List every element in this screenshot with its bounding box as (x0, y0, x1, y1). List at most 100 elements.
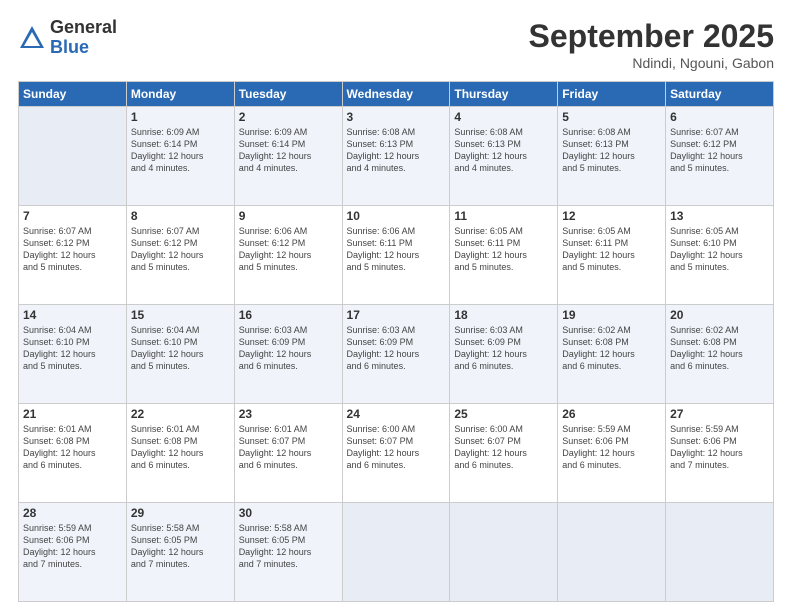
day-number: 14 (23, 308, 122, 322)
day-info: Sunrise: 6:06 AM Sunset: 6:12 PM Dayligh… (239, 225, 338, 274)
day-number: 18 (454, 308, 553, 322)
calendar-cell: 18 Sunrise: 6:03 AM Sunset: 6:09 PM Dayli… (450, 305, 558, 404)
calendar-cell: 28 Sunrise: 5:59 AM Sunset: 6:06 PM Dayli… (19, 503, 127, 602)
calendar-week-row: 21 Sunrise: 6:01 AM Sunset: 6:08 PM Dayli… (19, 404, 774, 503)
logo-text: General Blue (50, 18, 117, 58)
calendar-cell: 1 Sunrise: 6:09 AM Sunset: 6:14 PM Daylig… (126, 107, 234, 206)
day-number: 25 (454, 407, 553, 421)
calendar-cell (342, 503, 450, 602)
calendar-cell: 3 Sunrise: 6:08 AM Sunset: 6:13 PM Daylig… (342, 107, 450, 206)
calendar-cell: 19 Sunrise: 6:02 AM Sunset: 6:08 PM Dayli… (558, 305, 666, 404)
calendar-cell: 23 Sunrise: 6:01 AM Sunset: 6:07 PM Dayli… (234, 404, 342, 503)
calendar-cell: 24 Sunrise: 6:00 AM Sunset: 6:07 PM Dayli… (342, 404, 450, 503)
calendar-header-row: SundayMondayTuesdayWednesdayThursdayFrid… (19, 82, 774, 107)
calendar-cell: 4 Sunrise: 6:08 AM Sunset: 6:13 PM Daylig… (450, 107, 558, 206)
calendar-cell: 5 Sunrise: 6:08 AM Sunset: 6:13 PM Daylig… (558, 107, 666, 206)
day-info: Sunrise: 6:07 AM Sunset: 6:12 PM Dayligh… (670, 126, 769, 175)
calendar-header-monday: Monday (126, 82, 234, 107)
day-number: 5 (562, 110, 661, 124)
calendar-cell: 26Sunrise: 5:59 AM Sunset: 6:06 PM Dayli… (558, 404, 666, 503)
day-number: 3 (347, 110, 446, 124)
day-info: Sunrise: 6:05 AM Sunset: 6:11 PM Dayligh… (562, 225, 661, 274)
day-info: Sunrise: 6:03 AM Sunset: 6:09 PM Dayligh… (454, 324, 553, 373)
day-info: Sunrise: 6:03 AM Sunset: 6:09 PM Dayligh… (347, 324, 446, 373)
calendar-cell: 17 Sunrise: 6:03 AM Sunset: 6:09 PM Dayli… (342, 305, 450, 404)
day-number: 4 (454, 110, 553, 124)
calendar-header-wednesday: Wednesday (342, 82, 450, 107)
day-number: 11 (454, 209, 553, 223)
day-number: 7 (23, 209, 122, 223)
calendar-cell: 6 Sunrise: 6:07 AM Sunset: 6:12 PM Daylig… (666, 107, 774, 206)
day-info: Sunrise: 6:03 AM Sunset: 6:09 PM Dayligh… (239, 324, 338, 373)
day-number: 9 (239, 209, 338, 223)
calendar-cell: 2Sunrise: 6:09 AM Sunset: 6:14 PM Daylig… (234, 107, 342, 206)
logo-blue: Blue (50, 38, 117, 58)
day-number: 23 (239, 407, 338, 421)
calendar-week-row: 14 Sunrise: 6:04 AM Sunset: 6:10 PM Dayli… (19, 305, 774, 404)
day-info: Sunrise: 6:08 AM Sunset: 6:13 PM Dayligh… (347, 126, 446, 175)
day-number: 6 (670, 110, 769, 124)
day-number: 26 (562, 407, 661, 421)
day-number: 15 (131, 308, 230, 322)
calendar-cell (450, 503, 558, 602)
day-number: 8 (131, 209, 230, 223)
calendar-cell: 8Sunrise: 6:07 AM Sunset: 6:12 PM Daylig… (126, 206, 234, 305)
day-number: 29 (131, 506, 230, 520)
calendar-cell: 30 Sunrise: 5:58 AM Sunset: 6:05 PM Dayli… (234, 503, 342, 602)
calendar-cell: 21 Sunrise: 6:01 AM Sunset: 6:08 PM Dayli… (19, 404, 127, 503)
calendar-cell: 15Sunrise: 6:04 AM Sunset: 6:10 PM Dayli… (126, 305, 234, 404)
logo: General Blue (18, 18, 117, 58)
calendar-cell: 29 Sunrise: 5:58 AM Sunset: 6:05 PM Dayli… (126, 503, 234, 602)
calendar-header-thursday: Thursday (450, 82, 558, 107)
calendar-cell: 22Sunrise: 6:01 AM Sunset: 6:08 PM Dayli… (126, 404, 234, 503)
day-info: Sunrise: 6:05 AM Sunset: 6:11 PM Dayligh… (454, 225, 553, 274)
day-info: Sunrise: 6:00 AM Sunset: 6:07 PM Dayligh… (454, 423, 553, 472)
day-number: 20 (670, 308, 769, 322)
day-info: Sunrise: 6:07 AM Sunset: 6:12 PM Dayligh… (23, 225, 122, 274)
calendar-week-row: 1 Sunrise: 6:09 AM Sunset: 6:14 PM Daylig… (19, 107, 774, 206)
calendar-cell: 20 Sunrise: 6:02 AM Sunset: 6:08 PM Dayli… (666, 305, 774, 404)
calendar-header-tuesday: Tuesday (234, 82, 342, 107)
calendar-cell (558, 503, 666, 602)
day-info: Sunrise: 6:01 AM Sunset: 6:08 PM Dayligh… (23, 423, 122, 472)
day-info: Sunrise: 5:58 AM Sunset: 6:05 PM Dayligh… (239, 522, 338, 571)
day-number: 1 (131, 110, 230, 124)
day-number: 28 (23, 506, 122, 520)
day-number: 19 (562, 308, 661, 322)
day-number: 27 (670, 407, 769, 421)
day-info: Sunrise: 6:08 AM Sunset: 6:13 PM Dayligh… (454, 126, 553, 175)
day-info: Sunrise: 6:09 AM Sunset: 6:14 PM Dayligh… (239, 126, 338, 175)
calendar-cell: 25 Sunrise: 6:00 AM Sunset: 6:07 PM Dayli… (450, 404, 558, 503)
calendar-header-friday: Friday (558, 82, 666, 107)
day-number: 17 (347, 308, 446, 322)
day-number: 30 (239, 506, 338, 520)
day-info: Sunrise: 6:08 AM Sunset: 6:13 PM Dayligh… (562, 126, 661, 175)
subtitle: Ndindi, Ngouni, Gabon (529, 55, 774, 71)
day-number: 24 (347, 407, 446, 421)
day-info: Sunrise: 6:01 AM Sunset: 6:07 PM Dayligh… (239, 423, 338, 472)
day-number: 21 (23, 407, 122, 421)
calendar-cell: 16 Sunrise: 6:03 AM Sunset: 6:09 PM Dayli… (234, 305, 342, 404)
calendar-cell: 11 Sunrise: 6:05 AM Sunset: 6:11 PM Dayli… (450, 206, 558, 305)
day-info: Sunrise: 5:59 AM Sunset: 6:06 PM Dayligh… (23, 522, 122, 571)
day-number: 13 (670, 209, 769, 223)
calendar-cell: 12 Sunrise: 6:05 AM Sunset: 6:11 PM Dayli… (558, 206, 666, 305)
day-info: Sunrise: 6:02 AM Sunset: 6:08 PM Dayligh… (670, 324, 769, 373)
calendar-cell: 14 Sunrise: 6:04 AM Sunset: 6:10 PM Dayli… (19, 305, 127, 404)
day-info: Sunrise: 6:09 AM Sunset: 6:14 PM Dayligh… (131, 126, 230, 175)
day-info: Sunrise: 6:00 AM Sunset: 6:07 PM Dayligh… (347, 423, 446, 472)
day-info: Sunrise: 6:02 AM Sunset: 6:08 PM Dayligh… (562, 324, 661, 373)
calendar-cell: 9 Sunrise: 6:06 AM Sunset: 6:12 PM Daylig… (234, 206, 342, 305)
day-number: 10 (347, 209, 446, 223)
day-info: Sunrise: 5:59 AM Sunset: 6:06 PM Dayligh… (670, 423, 769, 472)
calendar-header-saturday: Saturday (666, 82, 774, 107)
day-info: Sunrise: 6:04 AM Sunset: 6:10 PM Dayligh… (23, 324, 122, 373)
logo-icon (18, 24, 46, 52)
day-number: 16 (239, 308, 338, 322)
day-number: 12 (562, 209, 661, 223)
day-info: Sunrise: 6:05 AM Sunset: 6:10 PM Dayligh… (670, 225, 769, 274)
month-title: September 2025 (529, 18, 774, 55)
day-info: Sunrise: 5:58 AM Sunset: 6:05 PM Dayligh… (131, 522, 230, 571)
day-info: Sunrise: 6:06 AM Sunset: 6:11 PM Dayligh… (347, 225, 446, 274)
calendar-cell: 7 Sunrise: 6:07 AM Sunset: 6:12 PM Daylig… (19, 206, 127, 305)
